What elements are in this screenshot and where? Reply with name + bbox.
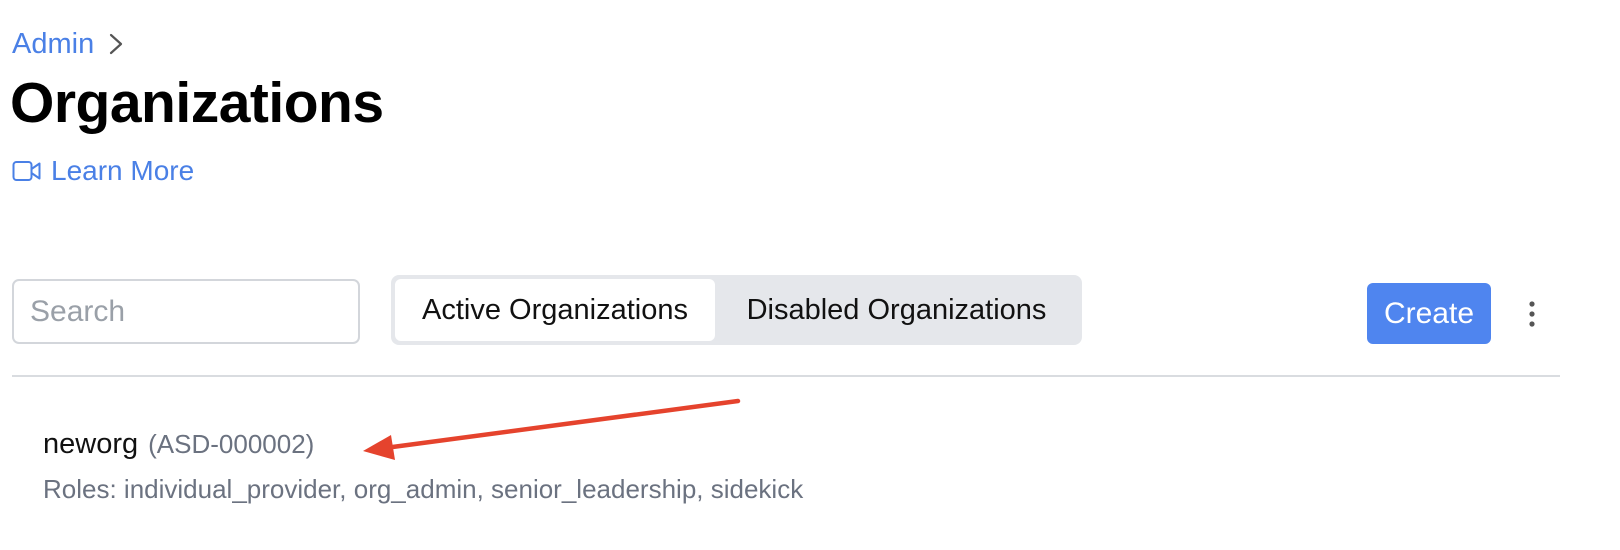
learn-more-link[interactable]: Learn More (12, 152, 194, 190)
organization-status-tabs: Active Organizations Disabled Organizati… (391, 275, 1082, 345)
learn-more-label: Learn More (51, 155, 195, 186)
vertical-ellipsis-icon[interactable] (1516, 294, 1548, 334)
divider (12, 375, 1560, 377)
arrow-annotation (363, 398, 741, 460)
search-input[interactable] (12, 279, 360, 344)
tab-active-organizations[interactable]: Active Organizations (395, 279, 715, 341)
breadcrumb: Admin (12, 24, 126, 64)
chevron-right-icon (108, 31, 126, 57)
org-name: neworg (43, 428, 139, 460)
org-roles: Roles: individual_provider, org_admin, s… (43, 474, 804, 504)
create-button[interactable]: Create (1367, 283, 1491, 344)
breadcrumb-admin-link[interactable]: Admin (12, 28, 94, 61)
page-title: Organizations (10, 71, 384, 135)
video-camera-icon (12, 160, 42, 182)
tab-disabled-organizations[interactable]: Disabled Organizations (715, 279, 1078, 341)
org-id: (ASD-000002) (148, 429, 315, 459)
